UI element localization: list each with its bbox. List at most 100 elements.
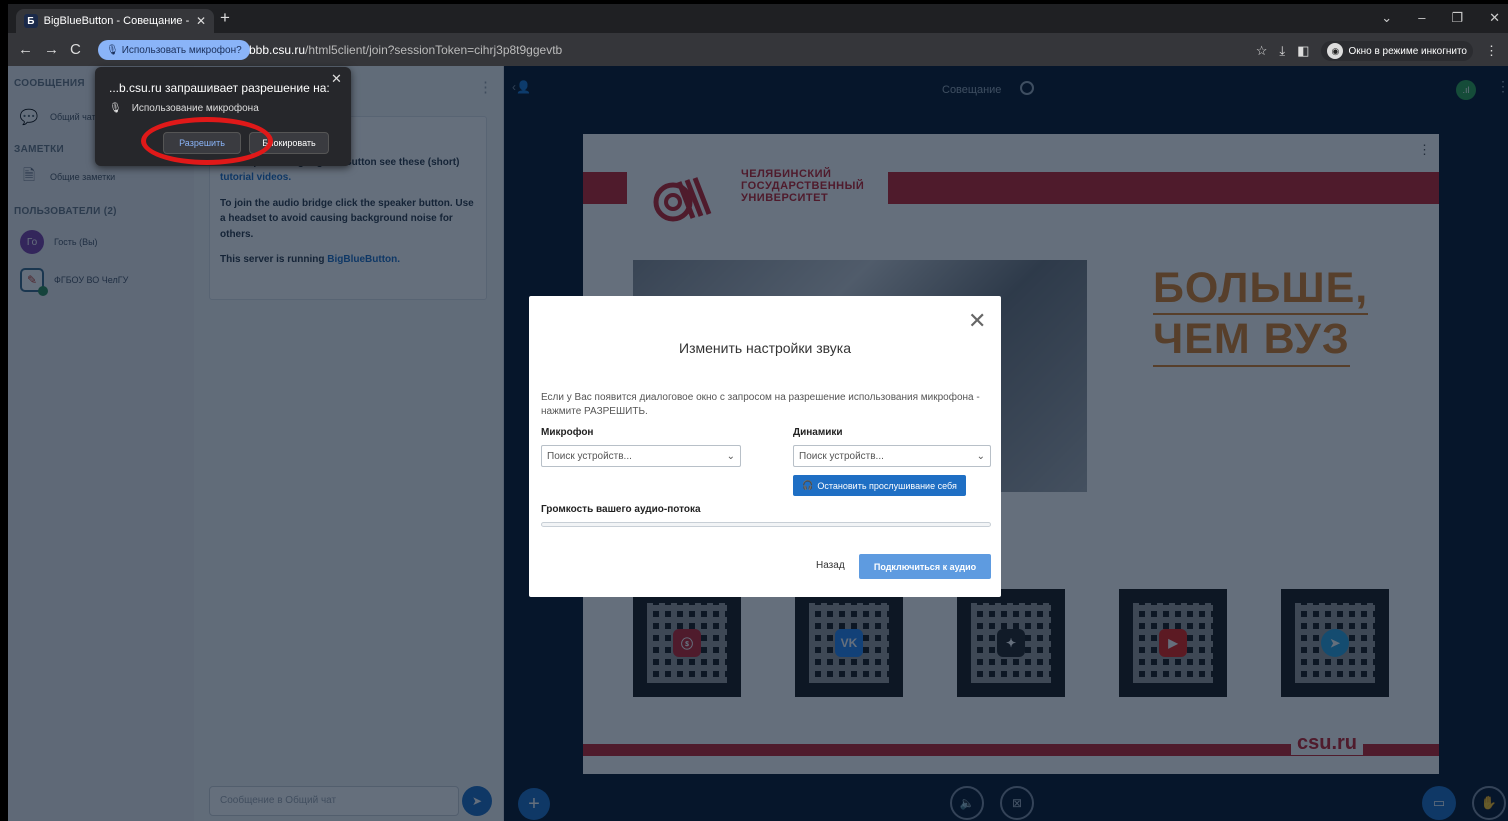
tab-bar: Б BigBlueButton - Совещание - П ✕ + ⌄ – … xyxy=(8,4,1508,33)
mic-icon: 🎙 xyxy=(109,103,122,114)
raise-hand-button[interactable]: ✋ xyxy=(1472,786,1506,820)
permission-title: ...b.csu.ru запрашивает разрешение на: xyxy=(109,81,330,95)
qr-code: ⓢ xyxy=(633,589,741,697)
speakers-label: Динамики xyxy=(793,427,843,438)
slide-red-bar xyxy=(888,172,1439,204)
csu-logo-icon xyxy=(653,177,712,222)
notes-icon: 🗎 xyxy=(22,166,36,184)
restore-icon[interactable]: ❐ xyxy=(1451,10,1463,26)
sidepanel-icon[interactable]: ◧ xyxy=(1297,43,1309,59)
avatar: ✎ xyxy=(20,268,48,296)
user-list-item[interactable]: ✎ ФГБОУ ВО ЧелГУ xyxy=(20,268,129,296)
plus-icon: + xyxy=(528,792,540,815)
modal-info-text: Если у Вас появится диалоговое окно с за… xyxy=(541,392,980,417)
camera-off-icon: ⊠ xyxy=(1011,796,1023,810)
permission-item-label: Использование микрофона xyxy=(131,103,259,114)
zen-icon: ✦ xyxy=(997,629,1025,657)
window-controls: ⌄ – ❐ ✕ xyxy=(1381,10,1500,26)
back-arrow-icon[interactable]: ← xyxy=(18,41,33,58)
tutorial-videos-link[interactable]: tutorial videos. xyxy=(220,172,291,183)
forward-arrow-icon[interactable]: → xyxy=(44,41,59,58)
presentation-header xyxy=(504,66,1508,108)
bigbluebutton-link[interactable]: BigBlueButton. xyxy=(327,254,400,265)
mic-permission-chip[interactable]: 🎙 Использовать микрофон? xyxy=(98,40,250,60)
reload-icon[interactable]: C xyxy=(70,41,81,58)
user-list-item[interactable]: Го Гость (Вы) xyxy=(20,230,98,254)
star-icon[interactable]: ☆ xyxy=(1256,43,1268,59)
chevron-down-icon: ⌄ xyxy=(726,450,735,462)
presentation-toggle-button[interactable]: ▭ xyxy=(1422,786,1456,820)
volume-meter xyxy=(541,522,991,527)
slide-red-bar xyxy=(583,172,627,204)
tab-title: BigBlueButton - Совещание - П xyxy=(43,15,190,27)
new-tab-icon[interactable]: + xyxy=(220,8,230,28)
browser-tab[interactable]: Б BigBlueButton - Совещание - П ✕ xyxy=(16,9,214,33)
join-audio-button[interactable]: 🔈 xyxy=(950,786,984,820)
qr-code: ✦ xyxy=(957,589,1065,697)
browser-menu-icon[interactable]: ⋮ xyxy=(1485,43,1498,59)
youtube-icon: ▶ xyxy=(1159,629,1187,657)
bbb-favicon-icon: Б xyxy=(24,14,38,28)
messages-header: СООБЩЕНИЯ xyxy=(14,78,85,89)
mic-icon: 🎙 xyxy=(106,44,119,56)
download-icon[interactable]: ⤓ xyxy=(1279,43,1285,59)
stop-echo-test-button[interactable]: 🎧 Остановить прослушивание себя xyxy=(793,475,966,496)
url-host: bbb.csu.ru xyxy=(249,43,306,57)
university-name-line: ГОСУДАРСТВЕННЫЙ xyxy=(741,180,865,193)
slogan-line: БОЛЬШЕ, xyxy=(1153,264,1369,316)
close-icon[interactable]: ✕ xyxy=(968,308,986,334)
url-path: /html5client/join?sessionToken=cihrj3p8t… xyxy=(305,43,563,57)
vk-icon: VK xyxy=(835,629,863,657)
tab-search-icon[interactable]: ⌄ xyxy=(1381,10,1392,26)
close-icon[interactable]: ✕ xyxy=(331,71,342,87)
modal-title: Изменить настройки звука xyxy=(679,340,851,356)
close-window-icon[interactable]: ✕ xyxy=(1489,10,1500,26)
speakers-select[interactable]: Поиск устройств... ⌄ xyxy=(793,445,991,467)
slide-slogan: БОЛЬШЕ, ЧЕМ ВУЗ xyxy=(1153,264,1369,367)
user-toggle-icon[interactable]: ‹👤 xyxy=(512,80,531,94)
permission-item: 🎙 Использование микрофона xyxy=(109,103,259,114)
volume-label: Громкость вашего аудио-потока xyxy=(541,504,701,515)
qr-code: VK xyxy=(795,589,903,697)
sidebar: СООБЩЕНИЯ 💬 Общий чат ЗАМЕТКИ 🗎 Общие за… xyxy=(8,66,194,821)
shared-notes-label: Общие заметки xyxy=(50,172,116,182)
join-audio-confirm-button[interactable]: Подключиться к аудио xyxy=(859,554,991,579)
stop-echo-test-label: Остановить прослушивание себя xyxy=(817,480,957,491)
send-message-button[interactable]: ➤ xyxy=(462,786,492,816)
university-name-line: УНИВЕРСИТЕТ xyxy=(741,192,829,205)
user-name: ФГБОУ ВО ЧелГУ xyxy=(54,275,129,285)
csu-logo-icon: ⓢ xyxy=(673,629,701,657)
minimize-icon[interactable]: – xyxy=(1418,10,1425,26)
highlight-circle xyxy=(141,117,273,165)
welcome-audio-text: To join the audio bridge click the speak… xyxy=(220,197,474,240)
slide-options-icon[interactable]: ⋮ xyxy=(1418,142,1431,158)
shared-notes-item[interactable]: 🗎 Общие заметки xyxy=(20,166,116,186)
hand-icon: ✋ xyxy=(1480,795,1498,810)
browser-window: Б BigBlueButton - Совещание - П ✕ + ⌄ – … xyxy=(8,4,1508,821)
incognito-label: Окно в режиме инкогнито xyxy=(1348,45,1467,57)
connection-status-icon[interactable]: .ıl xyxy=(1456,80,1476,100)
meeting-name: Совещание xyxy=(942,84,1002,96)
share-camera-button[interactable]: ⊠ xyxy=(1000,786,1034,820)
speaker-icon: 🔈 xyxy=(959,796,975,810)
actions-button[interactable]: + xyxy=(518,788,550,820)
bbb-app: СООБЩЕНИЯ 💬 Общий чат ЗАМЕТКИ 🗎 Общие за… xyxy=(8,66,1508,821)
chevron-down-icon: ⌄ xyxy=(976,450,985,462)
incognito-icon: ◉ xyxy=(1327,43,1344,59)
incognito-indicator[interactable]: ◉ Окно в режиме инкогнито xyxy=(1321,41,1473,61)
url-field[interactable]: bbb.csu.ru/html5client/join?sessionToken… xyxy=(249,43,562,57)
telegram-icon: ➤ xyxy=(1321,629,1349,657)
public-chat-item[interactable]: 💬 Общий чат xyxy=(20,108,96,126)
options-menu-icon[interactable]: ⋮ xyxy=(1496,78,1508,95)
close-tab-icon[interactable]: ✕ xyxy=(196,14,206,28)
address-bar: ← → C 🎙 Использовать микрофон? bbb.csu.r… xyxy=(8,33,1508,66)
chat-options-icon[interactable]: ⋮ xyxy=(478,78,493,96)
speakers-select-value: Поиск устройств... xyxy=(799,450,884,462)
chat-message-input[interactable]: Сообщение в Общий чат xyxy=(209,786,459,816)
ear-icon: 🎧 xyxy=(802,480,814,490)
microphone-select[interactable]: Поиск устройств... ⌄ xyxy=(541,445,741,467)
back-button[interactable]: Назад xyxy=(816,560,845,571)
microphone-label: Микрофон xyxy=(541,427,594,438)
toolbar-right: ☆ ⤓ ◧ ◉ Окно в режиме инкогнито ⋮ xyxy=(1256,41,1498,61)
record-icon[interactable] xyxy=(1020,81,1034,95)
